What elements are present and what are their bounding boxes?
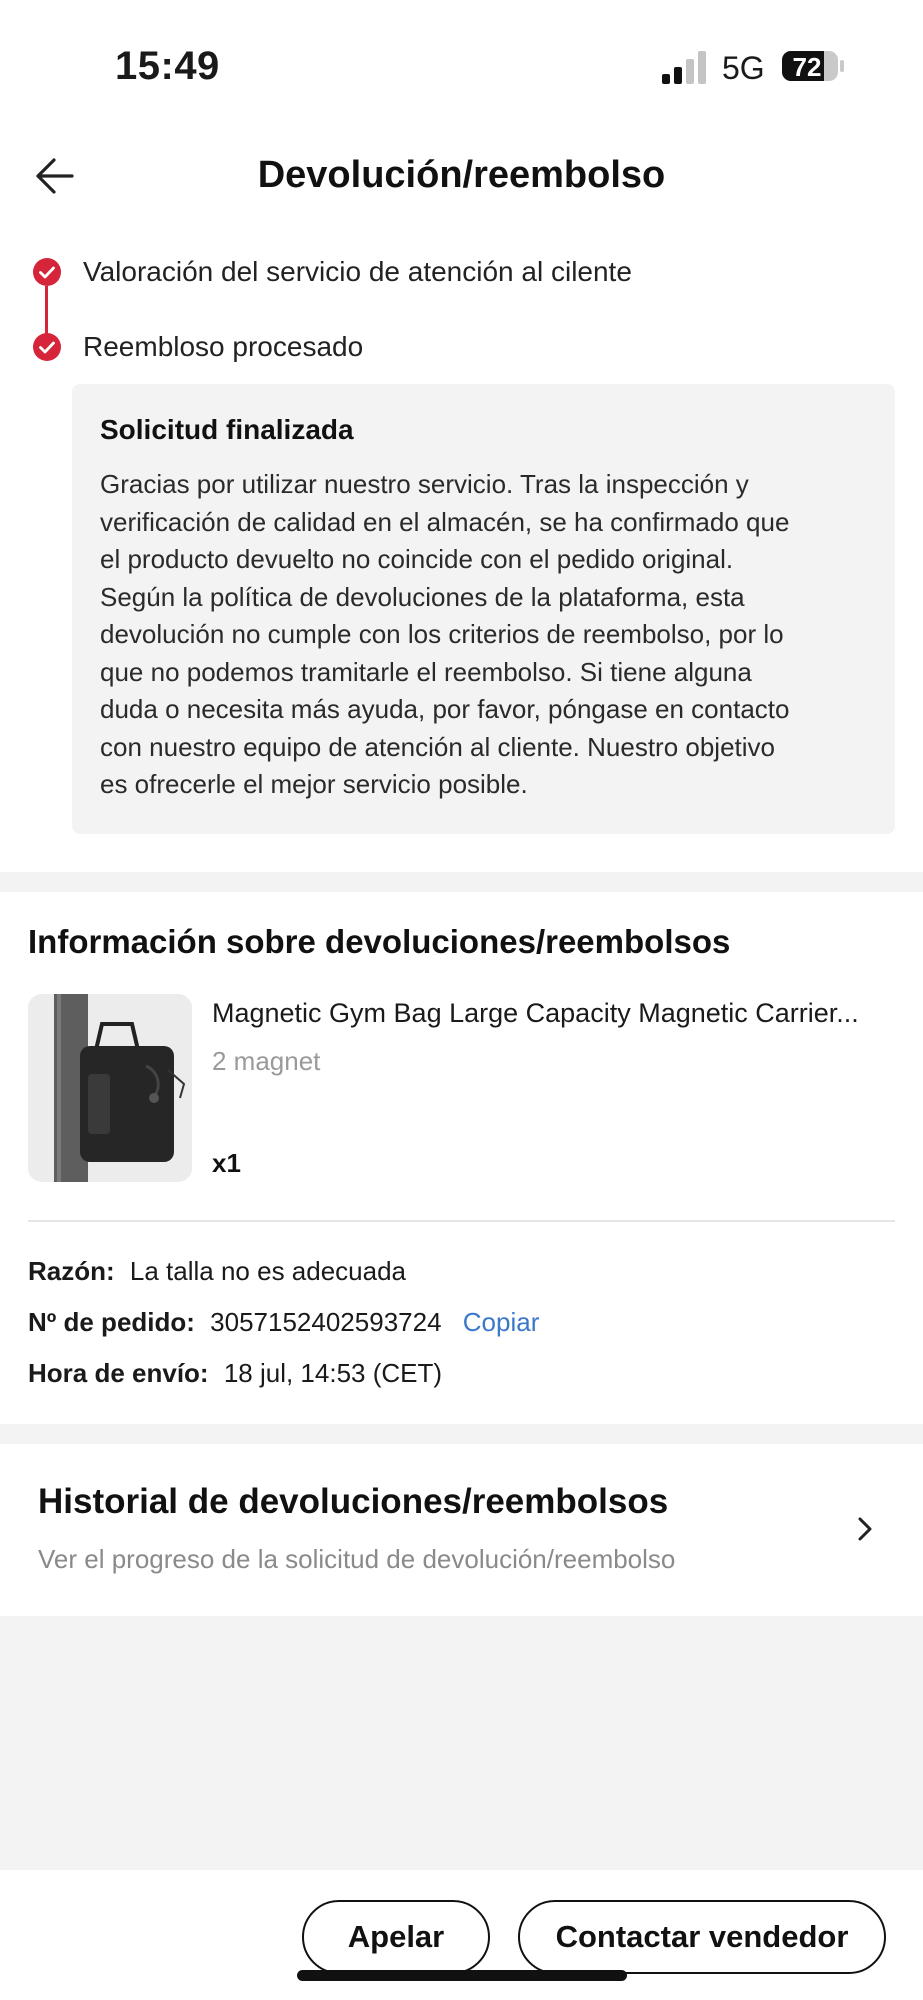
copy-order-number-link[interactable]: Copiar	[463, 1307, 540, 1337]
chevron-right-icon[interactable]	[853, 1512, 877, 1546]
contact-seller-button[interactable]: Contactar vendedor	[518, 1900, 886, 1974]
page-title: Devolución/reembolso	[257, 154, 666, 196]
battery-percentage: 72	[792, 52, 822, 82]
notice-line: devolución no cumple con los criterios d…	[100, 619, 784, 649]
section-divider	[0, 872, 923, 892]
shipping-time-label: Hora de envío:	[28, 1358, 209, 1388]
notice-line: Según la política de devoluciones de la …	[100, 581, 745, 612]
notice-line: Gracias por utilizar nuestro servicio. T…	[100, 469, 749, 499]
timeline-step-rating: Valoración del servicio de atención al c…	[0, 252, 923, 292]
notice-title: Solicitud finalizada	[100, 414, 354, 445]
section-divider	[0, 1424, 923, 1444]
check-circle-icon	[33, 333, 61, 361]
notice-line: con nuestro equipo de atención al client…	[100, 731, 775, 762]
request-status-notice: Solicitud finalizada Gracias por utiliza…	[72, 384, 895, 834]
home-indicator[interactable]	[297, 1970, 627, 1981]
status-time: 15:49	[115, 44, 220, 88]
product-variant: 2 magnet	[212, 1046, 321, 1076]
timeline-step-label: Reembloso procesado	[83, 331, 364, 362]
order-number-label: Nº de pedido:	[28, 1307, 195, 1337]
notice-body: Gracias por utilizar nuestro servicio. T…	[100, 466, 867, 804]
notice-line: es ofrecerle el mejor servicio posible.	[100, 769, 528, 799]
history-title[interactable]: Historial de devoluciones/reembolsos	[38, 1482, 668, 1522]
reason-value: La talla no es adecuada	[129, 1256, 407, 1286]
network-type: 5G	[722, 50, 765, 86]
return-refund-page: 15:49 5G 72 Devolución/reembolso Valorac…	[0, 0, 923, 2000]
timeline-step-refund: Reembloso procesado	[0, 327, 923, 367]
reason-label: Razón:	[28, 1256, 115, 1286]
divider	[28, 1220, 895, 1222]
appeal-button[interactable]: Apelar	[302, 1900, 490, 1974]
empty-background	[0, 1616, 923, 1870]
status-bar: 15:49 5G 72	[0, 0, 923, 130]
order-number-value: 3057152402593724	[210, 1307, 442, 1337]
shipping-time-value: 18 jul, 14:53 (CET)	[223, 1358, 443, 1388]
product-quantity: x1	[212, 1148, 241, 1178]
check-circle-icon	[33, 258, 61, 286]
notice-line: duda o necesita más ayuda, por favor, pó…	[100, 694, 790, 724]
notice-line: verificación de calidad en el almacén, s…	[100, 506, 790, 537]
gym-bag-image	[28, 994, 192, 1182]
signal-strength-icon	[662, 51, 706, 84]
product-image[interactable]	[28, 994, 192, 1182]
timeline-step-label: Valoración del servicio de atención al c…	[83, 256, 632, 287]
product-name[interactable]: Magnetic Gym Bag Large Capacity Magnetic…	[212, 998, 897, 1029]
history-subtitle: Ver el progreso de la solicitud de devol…	[38, 1544, 676, 1574]
shipping-time-row: Hora de envío: 18 jul, 14:53 (CET)	[28, 1358, 442, 1389]
return-info-title: Información sobre devoluciones/reembolso…	[28, 923, 731, 960]
notice-line: el producto devuelto no coincide con el …	[100, 544, 734, 574]
order-number-row: Nº de pedido: 3057152402593724 Copiar	[28, 1307, 539, 1338]
reason-row: Razón: La talla no es adecuada	[28, 1256, 406, 1287]
notice-line: que no podemos tramitarle el reembolso. …	[100, 656, 752, 687]
